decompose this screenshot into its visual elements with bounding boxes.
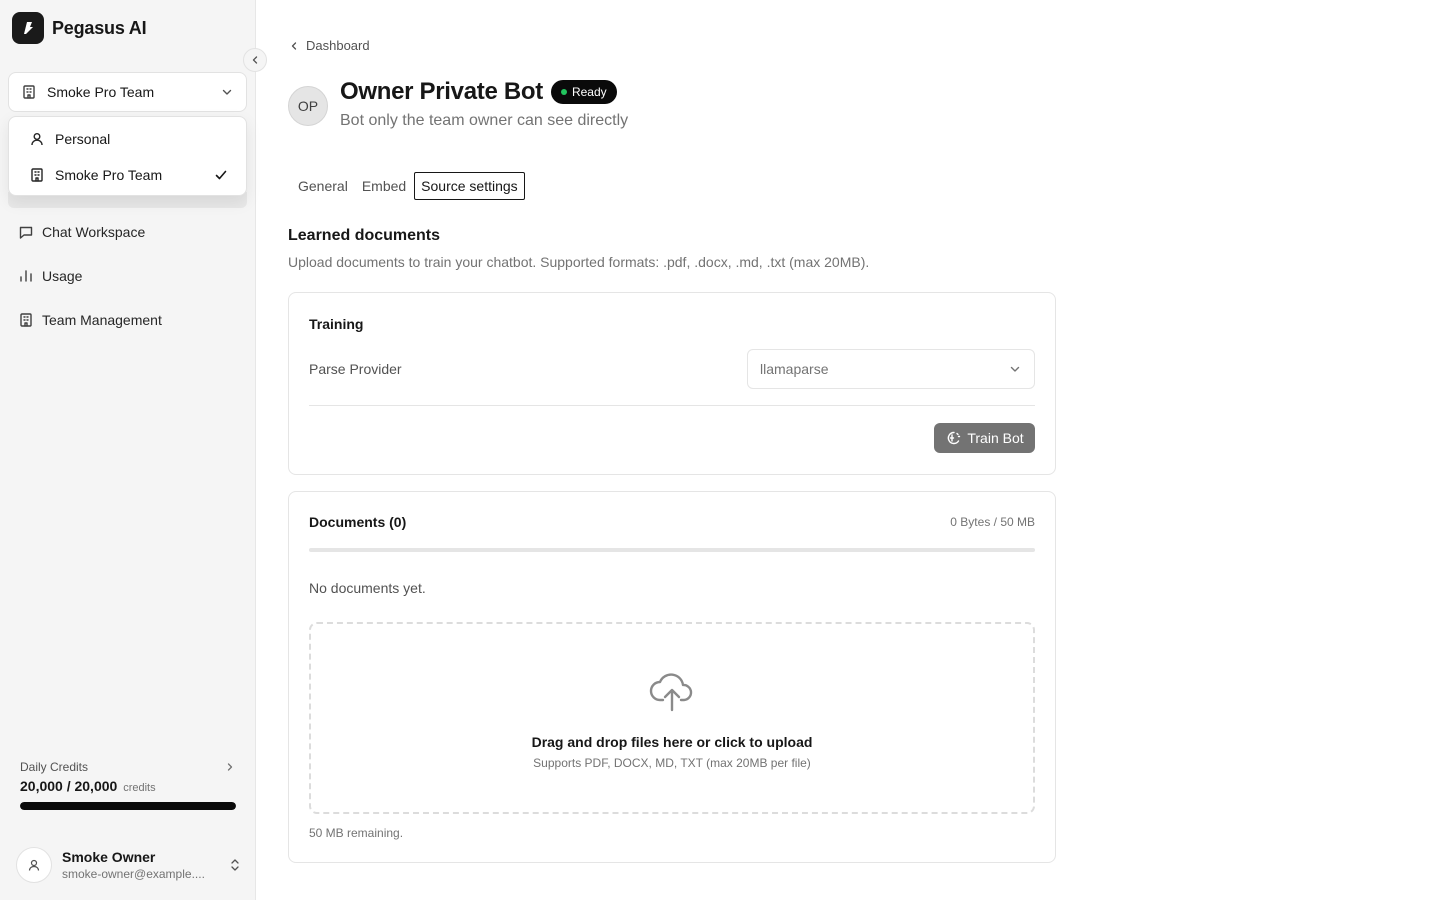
documents-title: Documents (0) xyxy=(309,514,407,530)
sidebar-item-label: Usage xyxy=(42,268,83,284)
chevron-left-icon xyxy=(249,54,261,66)
tab-bar: General Embed Source settings xyxy=(292,172,525,200)
avatar xyxy=(16,847,52,883)
section-title: Learned documents xyxy=(288,227,441,244)
storage-progress-bar xyxy=(309,548,1035,552)
train-bot-label: Train Bot xyxy=(967,430,1024,446)
sidebar-nav: Chat Workspace Usage Team Management xyxy=(8,210,247,342)
breadcrumb-label: Dashboard xyxy=(306,38,370,53)
sparkle-brain-icon xyxy=(945,430,961,446)
check-icon xyxy=(214,168,228,182)
sidebar-item-team-management[interactable]: Team Management xyxy=(8,298,247,342)
cloud-upload-icon xyxy=(649,670,695,712)
parse-provider-select[interactable]: llamaparse xyxy=(747,349,1035,389)
bot-description: Bot only the team owner can see directly xyxy=(340,112,629,129)
chevron-right-icon xyxy=(224,761,236,773)
empty-documents-text: No documents yet. xyxy=(309,580,426,596)
credits-label: Daily Credits xyxy=(20,760,89,774)
team-option-label: Personal xyxy=(55,131,111,147)
parse-provider-label: Parse Provider xyxy=(309,361,402,377)
storage-size-info: 0 Bytes / 50 MB xyxy=(950,515,1035,529)
sidebar-item-usage[interactable]: Usage xyxy=(8,254,247,298)
credits-progress-fill xyxy=(20,802,236,810)
team-switcher-label: Smoke Pro Team xyxy=(47,84,155,100)
breadcrumb-back-link[interactable]: Dashboard xyxy=(288,38,370,53)
tab-source-settings[interactable]: Source settings xyxy=(414,172,525,200)
bot-header: OP Owner Private Bot Ready Bot only the … xyxy=(288,78,628,130)
train-bot-button[interactable]: Train Bot xyxy=(934,423,1035,453)
parse-provider-value: llamaparse xyxy=(760,361,829,377)
pegasus-logo-icon xyxy=(12,12,44,44)
building-icon xyxy=(18,312,34,328)
sidebar-item-label: Chat Workspace xyxy=(42,224,146,240)
training-card: Training Parse Provider llamaparse Train… xyxy=(288,292,1056,475)
credits-value: 20,000 / 20,000 xyxy=(20,778,118,794)
message-square-icon xyxy=(18,224,34,240)
status-dot-icon xyxy=(560,89,567,95)
page-title: Owner Private Bot xyxy=(340,78,543,105)
bar-chart-icon xyxy=(18,268,34,284)
user-icon xyxy=(29,131,45,147)
chevron-down-icon xyxy=(220,85,234,99)
sidebar-item-label: Team Management xyxy=(42,312,162,328)
upload-title: Drag and drop files here or click to upl… xyxy=(531,734,813,750)
upload-subtitle: Supports PDF, DOCX, MD, TXT (max 20MB pe… xyxy=(533,756,811,770)
user-menu[interactable]: Smoke Owner smoke-owner@example.... xyxy=(16,847,242,883)
team-option-personal[interactable]: Personal xyxy=(13,121,242,157)
storage-remaining: 50 MB remaining. xyxy=(309,826,404,840)
user-email: smoke-owner@example.... xyxy=(62,867,205,881)
collapse-sidebar-button[interactable] xyxy=(243,48,267,72)
chevron-left-icon xyxy=(288,40,300,52)
team-dropdown-menu: Personal Smoke Pro Team xyxy=(8,116,247,196)
building-icon xyxy=(21,84,37,100)
brand[interactable]: Pegasus AI xyxy=(12,12,147,44)
training-title: Training xyxy=(309,316,364,332)
user-name: Smoke Owner xyxy=(62,849,156,865)
status-badge: Ready xyxy=(550,80,617,104)
divider xyxy=(309,405,1035,406)
chevrons-up-down-icon xyxy=(228,858,242,872)
credits-unit: credits xyxy=(123,782,156,794)
team-option-label: Smoke Pro Team xyxy=(55,167,163,183)
daily-credits[interactable]: Daily Credits 20,000 / 20,000 credits xyxy=(20,760,236,810)
status-text: Ready xyxy=(571,85,607,99)
tab-embed[interactable]: Embed xyxy=(356,172,412,200)
sidebar-item-chat-workspace[interactable]: Chat Workspace xyxy=(8,210,247,254)
bot-avatar: OP xyxy=(288,86,328,126)
section-description: Upload documents to train your chatbot. … xyxy=(288,254,870,270)
credits-progress-bar xyxy=(20,802,236,810)
upload-dropzone[interactable]: Drag and drop files here or click to upl… xyxy=(309,622,1035,814)
documents-card: Documents (0) 0 Bytes / 50 MB No documen… xyxy=(288,491,1056,863)
team-switcher[interactable]: Smoke Pro Team xyxy=(8,72,247,112)
team-option-smoke-pro-team[interactable]: Smoke Pro Team xyxy=(13,157,242,193)
building-icon xyxy=(29,167,45,183)
brand-name: Pegasus AI xyxy=(52,17,147,38)
tab-general[interactable]: General xyxy=(292,172,354,200)
chevron-down-icon xyxy=(1008,362,1022,376)
